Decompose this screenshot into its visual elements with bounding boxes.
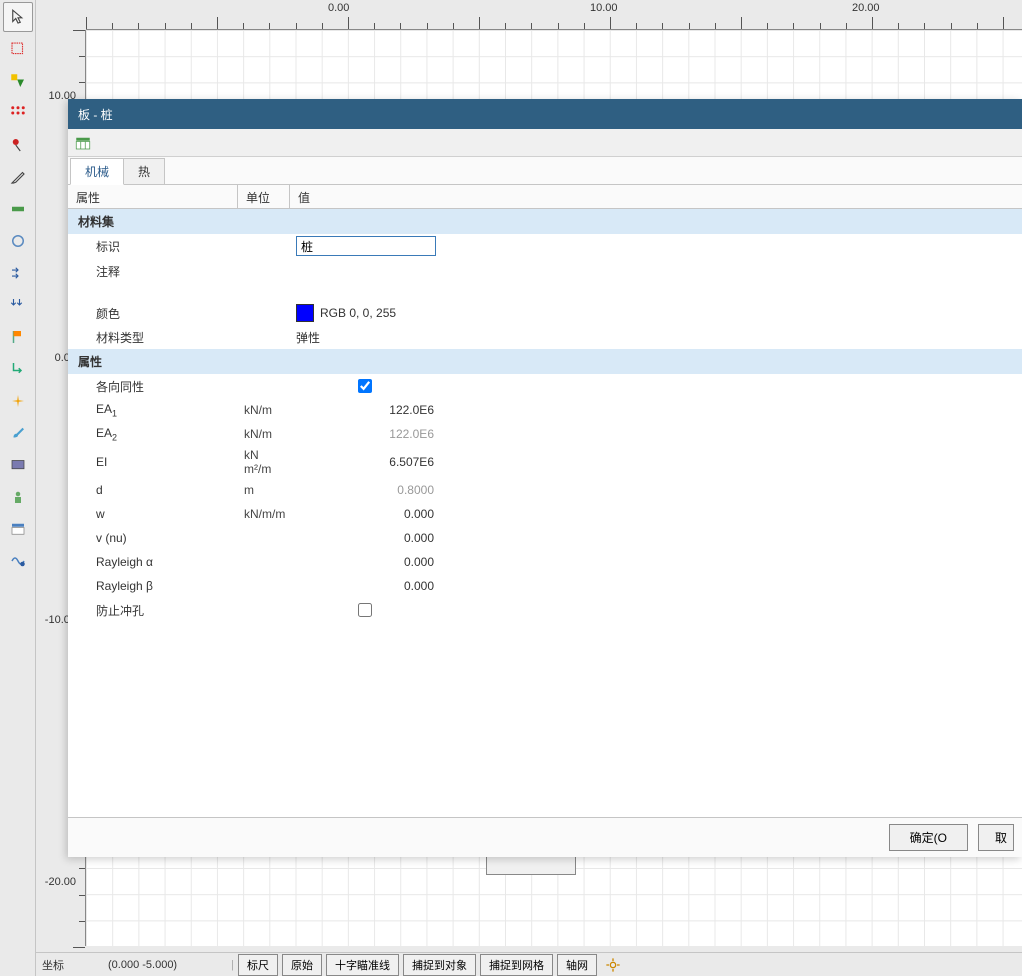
label-rayleigh-b: Rayleigh β (68, 577, 238, 595)
value-ea1[interactable]: 122.0E6 (290, 401, 440, 419)
value-ei[interactable]: 6.507E6 (290, 453, 440, 471)
row-ea2: EA2 kN/m 122.0E6 (68, 422, 1022, 446)
transform-tool[interactable] (3, 354, 33, 384)
label-d: d (68, 481, 238, 499)
row-rayleigh-a: Rayleigh α 0.000 (68, 550, 1022, 574)
row-rayleigh-b: Rayleigh β 0.000 (68, 574, 1022, 598)
value-w[interactable]: 0.000 (290, 505, 440, 523)
ruler-toggle-button[interactable]: 标尺 (238, 954, 278, 976)
label-color: 颜色 (68, 303, 238, 324)
flag-tool[interactable] (3, 322, 33, 352)
color-swatch[interactable] (296, 304, 314, 322)
input-comment[interactable] (296, 263, 434, 299)
label-ei: EI (68, 453, 238, 471)
label-nu: v (nu) (68, 529, 238, 547)
input-id[interactable] (296, 236, 436, 256)
ok-button[interactable]: 确定(O (889, 824, 968, 851)
pointer-tool[interactable] (3, 2, 33, 32)
label-punch: 防止冲孔 (68, 600, 238, 621)
circle-tool[interactable] (3, 226, 33, 256)
shapes-tool[interactable] (3, 66, 33, 96)
value-rayleigh-a[interactable]: 0.000 (290, 553, 440, 571)
value-material-type[interactable]: 弹性 (290, 327, 440, 348)
status-bar: 坐标 (0.000 -5.000) | 标尺 原始 十字瞄准线 捕捉到对象 捕捉… (36, 952, 1022, 976)
col-value: 值 (290, 185, 1022, 208)
settings-gear-icon[interactable] (605, 957, 621, 973)
unit-ei: kN m²/m (238, 446, 290, 478)
tab-bar: 机械 热 (68, 157, 1022, 185)
row-color: 颜色 RGB 0, 0, 255 (68, 301, 1022, 325)
agent-tool[interactable] (3, 482, 33, 512)
unit-w: kN/m/m (238, 505, 290, 523)
select-rect-tool[interactable] (3, 34, 33, 64)
ruler-label: 20.00 (852, 2, 880, 14)
row-identification: 标识 (68, 234, 1022, 258)
table-header: 属性 单位 值 (68, 185, 1022, 209)
dialog-title: 板 - 桩 (68, 99, 1022, 129)
label-id: 标识 (68, 236, 238, 257)
label-comment: 注释 (68, 261, 238, 282)
row-nu: v (nu) 0.000 (68, 526, 1022, 550)
grid-points-tool[interactable] (3, 98, 33, 128)
material-dialog: 板 - 桩 机械 热 属性 单位 值 材料集 标识 注释 颜色 RGB (68, 99, 1022, 857)
row-isotropic: 各向同性 (68, 374, 1022, 398)
property-content: 材料集 标识 注释 颜色 RGB 0, 0, 255 材料类型 弹性 属性 各 (68, 209, 1022, 817)
color-value: RGB 0, 0, 255 (320, 306, 396, 320)
plate-tool[interactable] (3, 194, 33, 224)
brush-tool[interactable] (3, 418, 33, 448)
arrows-right-tool[interactable] (3, 258, 33, 288)
label-isotropic: 各向同性 (68, 376, 238, 397)
label-w: w (68, 505, 238, 523)
checkbox-punch[interactable] (358, 603, 372, 617)
row-material-type: 材料类型 弹性 (68, 325, 1022, 349)
col-property: 属性 (68, 185, 238, 208)
checkbox-isotropic[interactable] (358, 379, 372, 393)
axis-grid-button[interactable]: 轴网 (557, 954, 597, 976)
canvas-object[interactable] (486, 855, 576, 875)
table-tool[interactable] (3, 514, 33, 544)
label-ea1: EA1 (68, 400, 238, 420)
ruler-label: 10.00 (590, 2, 618, 14)
unit-d: m (238, 481, 290, 499)
row-punch: 防止冲孔 (68, 598, 1022, 622)
tab-thermal[interactable]: 热 (123, 158, 165, 184)
coord-label: 坐标 (42, 957, 64, 973)
value-d: 0.8000 (290, 481, 440, 499)
snap-object-button[interactable]: 捕捉到对象 (403, 954, 476, 976)
dialog-toolbar (68, 129, 1022, 157)
origin-button[interactable]: 原始 (282, 954, 322, 976)
row-ea1: EA1 kN/m 122.0E6 (68, 398, 1022, 422)
section-material-set: 材料集 (68, 209, 1022, 234)
left-toolbar (0, 0, 36, 976)
screen-tool[interactable] (3, 450, 33, 480)
label-material-type: 材料类型 (68, 327, 238, 348)
arrows-down-tool[interactable] (3, 290, 33, 320)
cancel-button[interactable]: 取 (978, 824, 1014, 851)
snap-grid-button[interactable]: 捕捉到网格 (480, 954, 553, 976)
value-rayleigh-b[interactable]: 0.000 (290, 577, 440, 595)
unit-ea1: kN/m (238, 401, 290, 419)
section-properties: 属性 (68, 349, 1022, 374)
mesh-tool[interactable] (3, 546, 33, 576)
unit-ea2: kN/m (238, 425, 290, 443)
value-ea2: 122.0E6 (290, 425, 440, 443)
value-nu[interactable]: 0.000 (290, 529, 440, 547)
row-d: d m 0.8000 (68, 478, 1022, 502)
col-unit: 单位 (238, 185, 290, 208)
pin-tool[interactable] (3, 130, 33, 160)
ruler-horizontal: 0.00 10.00 20.00 (86, 0, 1022, 30)
spreadsheet-icon[interactable] (74, 134, 92, 152)
label-ea2: EA2 (68, 424, 238, 444)
label-rayleigh-a: Rayleigh α (68, 553, 238, 571)
tab-mechanical[interactable]: 机械 (70, 158, 124, 185)
coord-value: (0.000 -5.000) (108, 959, 177, 971)
row-ei: EI kN m²/m 6.507E6 (68, 446, 1022, 478)
ruler-label: 0.00 (328, 2, 349, 14)
row-w: w kN/m/m 0.000 (68, 502, 1022, 526)
sparkle-tool[interactable] (3, 386, 33, 416)
dialog-button-row: 确定(O 取 (68, 817, 1022, 857)
row-comment: 注释 (68, 258, 1022, 301)
pen-tool[interactable] (3, 162, 33, 192)
crosshair-button[interactable]: 十字瞄准线 (326, 954, 399, 976)
